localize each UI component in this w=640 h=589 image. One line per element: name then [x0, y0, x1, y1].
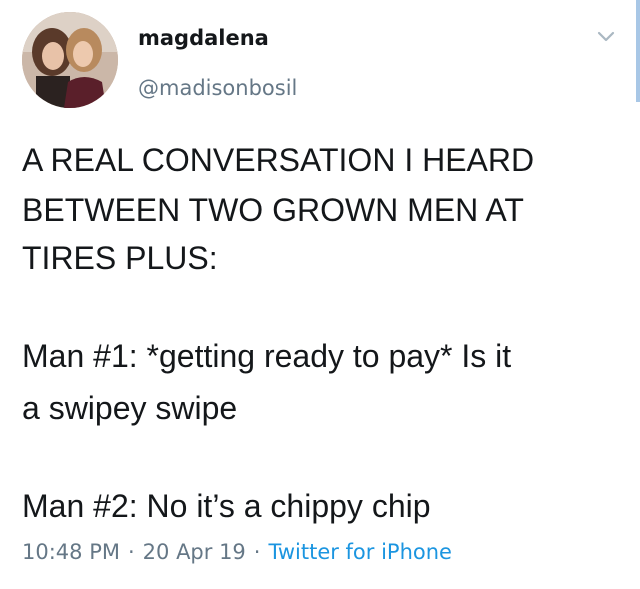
- scroll-indicator: [636, 0, 640, 102]
- tweet-text-line: Man #1: *getting ready to pay* Is it: [22, 338, 512, 374]
- tweet-text-line: a swipey swipe: [22, 390, 238, 426]
- tweet-text-line: A REAL CONVERSATION I HEARD: [22, 142, 535, 178]
- tweet-time[interactable]: 10:48 PM: [22, 540, 120, 564]
- tweet-card: magdalena @madisonbosil A REAL CONVERSAT…: [0, 0, 640, 589]
- tweet-date[interactable]: 20 Apr 19: [143, 540, 246, 564]
- separator: ·: [127, 540, 135, 564]
- tweet-text-line: Man #2: No it’s a chippy chip: [22, 488, 431, 524]
- user-handle[interactable]: @madisonbosil: [138, 76, 297, 100]
- tweet-text-line: TIRES PLUS:: [22, 240, 218, 276]
- chevron-down-icon[interactable]: [595, 26, 617, 48]
- separator: ·: [253, 540, 261, 564]
- avatar[interactable]: [22, 12, 118, 108]
- tweet-metadata: 10:48 PM · 20 Apr 19 · Twitter for iPhone: [22, 540, 452, 564]
- display-name[interactable]: magdalena: [138, 26, 269, 50]
- tweet-text-line: BETWEEN TWO GROWN MEN AT: [22, 192, 524, 228]
- profile-photo-icon: [22, 12, 118, 108]
- tweet-source-link[interactable]: Twitter for iPhone: [268, 540, 452, 564]
